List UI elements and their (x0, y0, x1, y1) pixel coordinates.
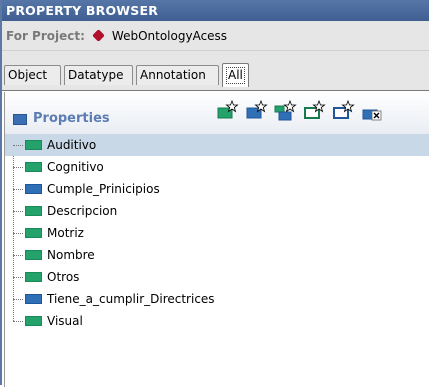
project-diamond-icon (93, 30, 104, 41)
tree-item-label: Motriz (47, 226, 84, 240)
create-annotation-property-button[interactable] (302, 100, 326, 122)
tree-item-tiene-a-cumplir-directrices[interactable]: Tiene_a_cumplir_Directrices (5, 288, 429, 310)
properties-panel: Properties Auditivo Cognitivo Cumple_Pri… (4, 92, 429, 387)
delete-property-button[interactable] (360, 100, 384, 122)
tree-item-label: Cognitivo (47, 160, 104, 174)
tab-annotation[interactable]: Annotation (136, 65, 219, 85)
green-outline-star-icon (304, 100, 326, 119)
tree-branch (13, 211, 23, 212)
properties-icon (13, 114, 27, 125)
tab-datatype-label: Datatype (68, 68, 124, 82)
panel-header: Properties (5, 92, 429, 134)
tree-item-label: Tiene_a_cumplir_Directrices (47, 292, 215, 306)
create-property-button[interactable] (331, 100, 355, 122)
tree-item-auditivo[interactable]: Auditivo (5, 134, 429, 156)
project-bar: For Project: WebOntologyAcess (2, 21, 429, 51)
green-property-star-icon (217, 100, 239, 119)
tree-branch (13, 189, 23, 190)
object-property-icon (25, 316, 42, 326)
tab-datatype[interactable]: Datatype (64, 65, 133, 85)
create-datatype-property-button[interactable] (244, 100, 268, 122)
project-label: For Project: (6, 29, 85, 43)
object-property-icon (25, 162, 42, 172)
property-browser-window: PROPERTY BROWSER For Project: WebOntology… (0, 0, 429, 387)
tab-strip: Object Datatype Annotation All (2, 51, 429, 91)
object-property-icon (25, 140, 42, 150)
tree-item-label: Descripcion (47, 204, 118, 218)
tab-object[interactable]: Object (4, 65, 61, 85)
window-title: PROPERTY BROWSER (2, 0, 429, 21)
tree-branch (13, 277, 23, 278)
tab-annotation-label: Annotation (140, 68, 206, 82)
datatype-property-icon (25, 294, 42, 304)
tree-item-label: Visual (47, 314, 83, 328)
tree-item-otros[interactable]: Otros (5, 266, 429, 288)
tree-item-label: Nombre (47, 248, 95, 262)
tree-item-motriz[interactable]: Motriz (5, 222, 429, 244)
project-name: WebOntologyAcess (111, 29, 228, 43)
tree-branch (13, 145, 23, 146)
object-property-icon (25, 272, 42, 282)
tree-item-label: Cumple_Prinicipios (47, 182, 160, 196)
panel-title: Properties (33, 111, 110, 126)
tree-item-descripcion[interactable]: Descripcion (5, 200, 429, 222)
tree-branch (13, 255, 23, 256)
tab-object-label: Object (8, 68, 48, 82)
tree-item-visual[interactable]: Visual (5, 310, 429, 332)
tree-branch (13, 167, 23, 168)
object-property-icon (25, 250, 42, 260)
create-object-property-button[interactable] (215, 100, 239, 122)
tree-item-cumple-prinicipios[interactable]: Cumple_Prinicipios (5, 178, 429, 200)
datatype-property-icon (25, 184, 42, 194)
subproperty-star-icon (274, 100, 297, 121)
delete-property-icon (362, 109, 382, 121)
tree-branch (13, 321, 23, 322)
tab-all[interactable]: All (222, 63, 249, 87)
create-subproperty-button[interactable] (273, 100, 297, 122)
object-property-icon (25, 228, 42, 238)
tree-item-label: Otros (47, 270, 80, 284)
tab-baseline (2, 90, 429, 91)
tree-item-nombre[interactable]: Nombre (5, 244, 429, 266)
tree-item-label: Auditivo (47, 138, 97, 152)
object-property-icon (25, 206, 42, 216)
tree-branch (13, 233, 23, 234)
tree-item-cognitivo[interactable]: Cognitivo (5, 156, 429, 178)
tab-all-label: All (226, 67, 245, 84)
tree-branch (13, 299, 23, 300)
outline-star-icon (333, 100, 355, 119)
blue-property-star-icon (246, 100, 268, 119)
